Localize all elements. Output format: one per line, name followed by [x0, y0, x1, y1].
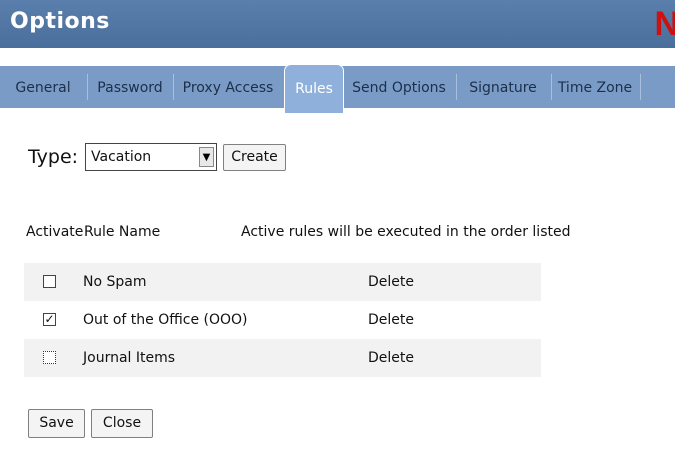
- tab-password[interactable]: Password: [88, 66, 172, 108]
- rule-name: Out of the Office (OOO): [83, 312, 248, 328]
- rule-activate-checkbox[interactable]: [43, 351, 56, 364]
- tab-time-zone[interactable]: Time Zone: [552, 66, 638, 108]
- rule-delete-link[interactable]: Delete: [368, 312, 414, 328]
- save-button[interactable]: Save: [28, 409, 85, 438]
- type-dropdown[interactable]: Vacation ▼: [85, 143, 217, 171]
- rule-name-column-header: Rule Name: [84, 224, 161, 240]
- rule-delete-link[interactable]: Delete: [368, 274, 414, 290]
- rule-row: No Spam Delete: [24, 263, 541, 301]
- rule-name: No Spam: [83, 274, 147, 290]
- create-button[interactable]: Create: [223, 144, 286, 171]
- page-title: Options: [10, 9, 110, 34]
- rule-name: Journal Items: [83, 350, 176, 366]
- rule-activate-checkbox[interactable]: ✓: [43, 313, 56, 326]
- rules-list: No Spam Delete ✓ Out of the Office (OOO)…: [24, 263, 541, 377]
- close-button[interactable]: Close: [91, 409, 153, 438]
- tab-send-options[interactable]: Send Options: [346, 66, 452, 108]
- rule-row: ✓ Out of the Office (OOO) Delete: [24, 301, 541, 339]
- brand-logo: N: [654, 5, 675, 43]
- activate-column-header: Activate: [26, 224, 84, 240]
- type-label: Type:: [28, 146, 79, 168]
- rule-activate-checkbox[interactable]: [43, 275, 56, 288]
- dropdown-arrow-icon[interactable]: ▼: [199, 147, 214, 167]
- rule-row: Journal Items Delete: [24, 339, 541, 377]
- rules-order-note: Active rules will be executed in the ord…: [241, 224, 571, 240]
- type-dropdown-value: Vacation: [91, 149, 152, 165]
- tab-general[interactable]: General: [0, 66, 86, 108]
- options-title-bar: Options N: [0, 0, 675, 48]
- tab-signature[interactable]: Signature: [457, 66, 549, 108]
- tab-divider: [640, 74, 641, 100]
- options-tab-bar: General Password Proxy Access Rules Send…: [0, 64, 675, 113]
- tab-rules[interactable]: Rules: [284, 64, 344, 113]
- tab-proxy-access[interactable]: Proxy Access: [174, 66, 282, 108]
- rule-delete-link[interactable]: Delete: [368, 350, 414, 366]
